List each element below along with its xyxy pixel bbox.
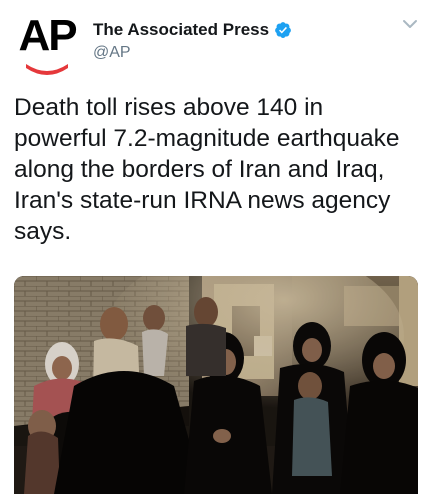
tweet-text: Death toll rises above 140 in powerful 7…: [14, 94, 400, 245]
author-name-row[interactable]: The Associated Press: [93, 18, 292, 42]
avatar-logo-text: AP: [18, 11, 77, 60]
author-display-name[interactable]: The Associated Press: [93, 20, 269, 40]
ap-logo-arc: [26, 64, 68, 75]
chevron-down-icon[interactable]: [402, 18, 418, 30]
verified-badge-icon: [275, 22, 291, 38]
avatar[interactable]: AP: [14, 12, 80, 78]
tweet-card[interactable]: AP The Associated Press @AP Death toll r…: [0, 0, 432, 494]
author-handle[interactable]: @AP: [93, 44, 131, 62]
tweet-photo[interactable]: [14, 276, 418, 494]
photo-people-gathered-at-night: [14, 276, 418, 494]
